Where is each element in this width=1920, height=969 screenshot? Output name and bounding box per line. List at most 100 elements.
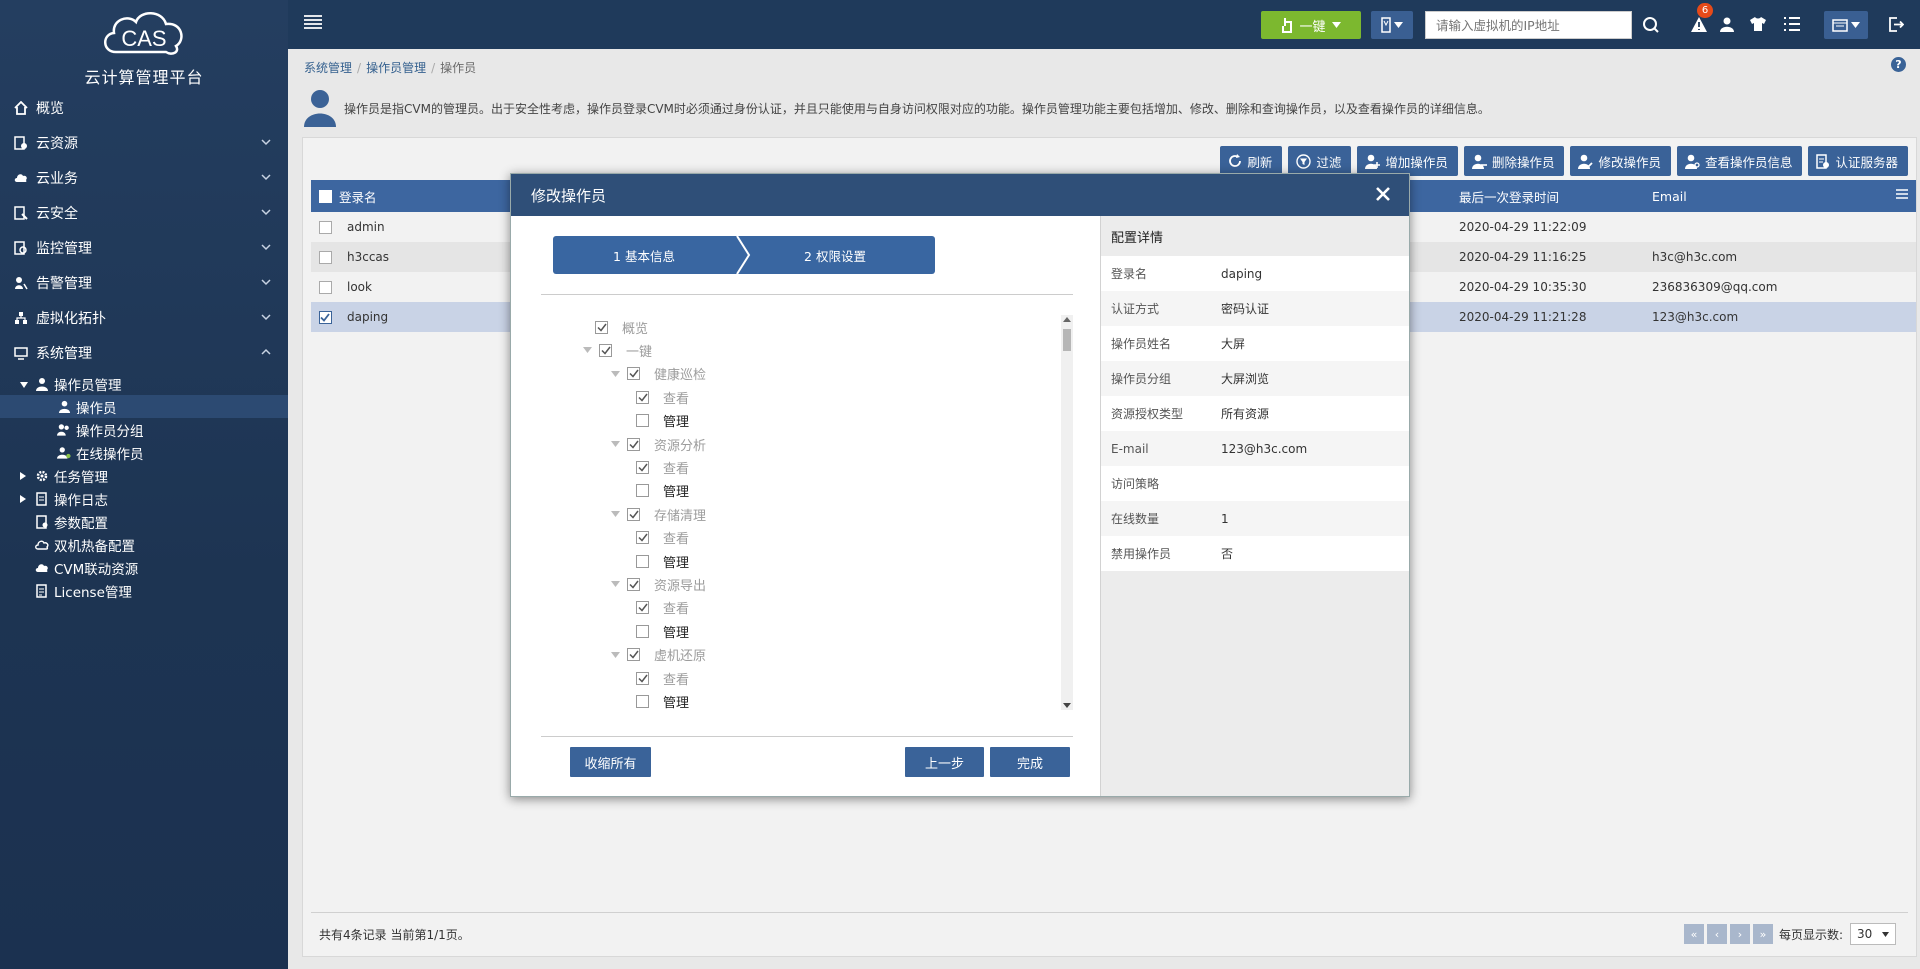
logout-button[interactable] <box>1886 14 1906 34</box>
tree-checkbox[interactable] <box>636 554 649 568</box>
step-permissions[interactable]: 2 权限设置 <box>735 236 935 274</box>
theme-button[interactable] <box>1748 14 1768 34</box>
sidebar-item-task-mgmt[interactable]: 任务管理 <box>0 464 288 487</box>
sidebar-item-operator-mgmt[interactable]: 操作员管理 <box>0 372 288 395</box>
tree-expander-icon[interactable] <box>609 370 621 377</box>
tree-node[interactable]: 管理 <box>636 481 689 501</box>
scroll-down-icon[interactable] <box>1063 703 1071 708</box>
sidebar-item-monitor[interactable]: 监控管理 <box>0 230 288 265</box>
vm-type-selector[interactable] <box>1371 11 1413 39</box>
tree-node[interactable]: 查看 <box>636 598 689 618</box>
tree-checkbox[interactable] <box>636 671 649 685</box>
tree-node[interactable]: 健康巡检 <box>609 364 706 384</box>
sidebar-item-cloud-security[interactable]: 云安全 <box>0 195 288 230</box>
breadcrumb-operator-mgmt[interactable]: 操作员管理 <box>366 61 426 75</box>
sidebar-item-hot-standby[interactable]: 双机热备配置 <box>0 533 288 556</box>
header-email[interactable]: Email <box>1652 189 1687 204</box>
tree-node[interactable]: 资源导出 <box>609 574 706 594</box>
close-icon[interactable] <box>1375 186 1391 202</box>
tree-node[interactable]: 资源分析 <box>609 434 706 454</box>
tree-node[interactable]: 概览 <box>595 317 648 337</box>
help-icon[interactable]: ? <box>1891 57 1906 72</box>
row-checkbox[interactable] <box>318 220 332 234</box>
sidebar-item-alarm[interactable]: 告警管理 <box>0 265 288 300</box>
step-basic-info[interactable]: 1 基本信息 <box>553 236 735 274</box>
tree-checkbox[interactable] <box>636 460 649 474</box>
delete-operator-button[interactable]: 删除操作员 <box>1463 146 1565 176</box>
tree-checkbox[interactable] <box>636 484 649 498</box>
tree-expander-icon[interactable] <box>581 347 593 354</box>
sidebar-item-license[interactable]: License管理 <box>0 579 288 602</box>
tree-node[interactable]: 一键 <box>581 340 652 360</box>
add-operator-button[interactable]: 增加操作员 <box>1357 146 1458 176</box>
next-page-button[interactable]: › <box>1729 924 1750 944</box>
tree-checkbox[interactable] <box>595 320 608 334</box>
tree-checkbox[interactable] <box>636 694 649 708</box>
prev-page-button[interactable]: ‹ <box>1706 924 1727 944</box>
sidebar-item-online-operator[interactable]: 在线操作员 <box>0 441 288 464</box>
tree-expander-icon[interactable] <box>609 581 621 588</box>
tree-node[interactable]: 存储清理 <box>609 504 706 524</box>
user-button[interactable] <box>1717 14 1737 34</box>
tree-node[interactable]: 管理 <box>636 691 689 710</box>
edit-operator-button[interactable]: 修改操作员 <box>1570 146 1671 176</box>
tree-node[interactable]: 管理 <box>636 411 689 431</box>
view-operator-button[interactable]: 查看操作员信息 <box>1676 146 1803 176</box>
tree-node[interactable]: 查看 <box>636 528 689 548</box>
tree-checkbox[interactable] <box>636 414 649 428</box>
scroll-up-icon[interactable] <box>1063 317 1071 322</box>
breadcrumb-system[interactable]: 系统管理 <box>304 61 352 75</box>
sidebar-item-cloud-resources[interactable]: 云资源 <box>0 125 288 160</box>
tree-checkbox[interactable] <box>599 343 612 357</box>
collapse-all-button[interactable]: 收缩所有 <box>570 747 651 777</box>
tree-scrollbar[interactable] <box>1061 315 1073 710</box>
row-checkbox[interactable] <box>318 310 332 324</box>
prev-step-button[interactable]: 上一步 <box>905 747 984 777</box>
tree-node[interactable]: 管理 <box>636 551 689 571</box>
sidebar-item-topology[interactable]: 虚拟化拓扑 <box>0 300 288 335</box>
sidebar-item-operator-group[interactable]: 操作员分组 <box>0 418 288 441</box>
sidebar-item-overview[interactable]: 概览 <box>0 90 288 125</box>
tree-node[interactable]: 查看 <box>636 668 689 688</box>
sidebar-item-system[interactable]: 系统管理 <box>0 335 288 370</box>
auth-server-button[interactable]: 认证服务器 <box>1808 146 1908 176</box>
tree-checkbox[interactable] <box>627 507 640 521</box>
tree-checkbox[interactable] <box>636 531 649 545</box>
row-checkbox[interactable] <box>318 250 332 264</box>
search-button[interactable] <box>1636 11 1666 39</box>
refresh-button[interactable]: 刷新 <box>1220 146 1283 176</box>
tree-checkbox[interactable] <box>636 601 649 615</box>
sidebar-item-op-log[interactable]: 操作日志 <box>0 487 288 510</box>
filter-button[interactable]: 过滤 <box>1288 146 1352 176</box>
tree-checkbox[interactable] <box>627 577 640 591</box>
header-last-login[interactable]: 最后一次登录时间 <box>1459 187 1559 206</box>
sidebar-item-operator[interactable]: 操作员 <box>0 395 288 418</box>
header-login-name[interactable]: 登录名 <box>339 187 377 206</box>
scrollbar-thumb[interactable] <box>1063 329 1071 351</box>
vm-ip-search-input[interactable] <box>1425 11 1632 39</box>
row-checkbox[interactable] <box>318 280 332 294</box>
per-page-select[interactable]: 30 <box>1850 923 1896 945</box>
last-page-button[interactable]: » <box>1752 924 1773 944</box>
screen-selector[interactable] <box>1824 11 1868 39</box>
sidebar-item-cvm-linkage[interactable]: CVM联动资源 <box>0 556 288 579</box>
tree-checkbox[interactable] <box>636 624 649 638</box>
tree-checkbox[interactable] <box>636 390 649 404</box>
tree-node[interactable]: 查看 <box>636 387 689 407</box>
tree-expander-icon[interactable] <box>609 651 621 658</box>
tree-expander-icon[interactable] <box>609 441 621 447</box>
menu-toggle-icon[interactable] <box>304 15 322 29</box>
tree-checkbox[interactable] <box>627 437 640 451</box>
tree-expander-icon[interactable] <box>609 511 621 518</box>
select-all-checkbox[interactable] <box>318 189 332 203</box>
tree-checkbox[interactable] <box>627 367 640 381</box>
sidebar-item-cloud-business[interactable]: 云业务 <box>0 160 288 195</box>
tree-checkbox[interactable] <box>627 648 640 662</box>
onekey-button[interactable]: 一键 <box>1261 11 1361 39</box>
tree-node[interactable]: 管理 <box>636 621 689 641</box>
tree-node[interactable]: 查看 <box>636 457 689 477</box>
first-page-button[interactable]: « <box>1683 924 1704 944</box>
column-menu-icon[interactable] <box>1896 189 1908 199</box>
finish-button[interactable]: 完成 <box>990 747 1070 777</box>
tree-node[interactable]: 虚机还原 <box>609 645 706 665</box>
